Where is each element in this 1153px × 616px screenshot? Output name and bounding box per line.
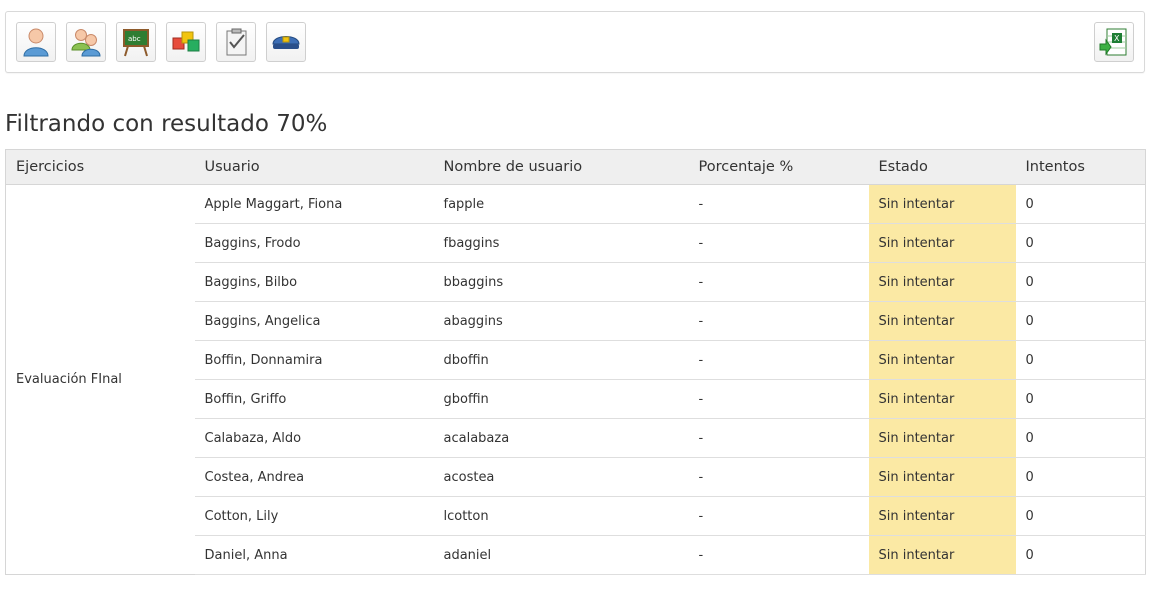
column-header-ejercicios: Ejercicios (5, 149, 195, 185)
porcentaje-cell: - (688, 340, 869, 380)
intentos-cell: 0 (1015, 184, 1146, 224)
porcentaje-cell: - (688, 262, 869, 302)
column-header-usuario: Usuario (194, 149, 434, 185)
intentos-cell: 0 (1015, 457, 1146, 497)
usuario-cell: Baggins, Angelica (194, 301, 434, 341)
column-header-porcentaje: Porcentaje % (688, 149, 869, 185)
excel-export-icon: X (1099, 28, 1127, 56)
username-cell: gboffin (433, 379, 689, 419)
usuario-cell: Costea, Andrea (194, 457, 434, 497)
exercise-cell: Evaluación FInal (5, 184, 195, 575)
username-cell: acostea (433, 457, 689, 497)
username-cell: dboffin (433, 340, 689, 380)
porcentaje-cell: - (688, 535, 869, 575)
estado-cell: Sin intentar (868, 379, 1016, 419)
estado-cell: Sin intentar (868, 301, 1016, 341)
blackboard-icon: abc (123, 29, 149, 57)
usuario-cell: Baggins, Bilbo (194, 262, 434, 302)
results-table: Ejercicios Usuario Nombre de usuario Por… (5, 149, 1146, 575)
export-excel-button[interactable]: X (1094, 22, 1134, 62)
security-badge-icon (272, 36, 300, 49)
security-button[interactable] (266, 22, 306, 62)
table-header-row: Ejercicios Usuario Nombre de usuario Por… (5, 149, 1146, 185)
estado-cell: Sin intentar (868, 262, 1016, 302)
porcentaje-cell: - (688, 223, 869, 263)
porcentaje-cell: - (688, 496, 869, 536)
intentos-cell: 0 (1015, 496, 1146, 536)
intentos-cell: 0 (1015, 418, 1146, 458)
username-cell: adaniel (433, 535, 689, 575)
table-row: Evaluación FInal Apple Maggart, Fiona fa… (5, 184, 1146, 575)
porcentaje-cell: - (688, 301, 869, 341)
intentos-cell: 0 (1015, 340, 1146, 380)
courses-button[interactable]: abc (116, 22, 156, 62)
estado-cell: Sin intentar (868, 184, 1016, 224)
resources-button[interactable] (166, 22, 206, 62)
estado-cell: Sin intentar (868, 418, 1016, 458)
user-profile-button[interactable] (16, 22, 56, 62)
username-cell: fapple (433, 184, 689, 224)
porcentaje-cell: - (688, 418, 869, 458)
column-header-nombre-usuario: Nombre de usuario (433, 149, 689, 185)
column-header-estado: Estado (868, 149, 1016, 185)
intentos-cell: 0 (1015, 223, 1146, 263)
usuario-cell: Boffin, Griffo (194, 379, 434, 419)
username-cell: bbaggins (433, 262, 689, 302)
estado-cell: Sin intentar (868, 496, 1016, 536)
column-header-intentos: Intentos (1015, 149, 1146, 185)
page-title: Filtrando con resultado 70% (5, 111, 328, 137)
username-cell: fbaggins (433, 223, 689, 263)
porcentaje-cell: - (688, 379, 869, 419)
svg-text:X: X (1114, 34, 1120, 43)
usuario-cell: Daniel, Anna (194, 535, 434, 575)
usuario-cell: Baggins, Frodo (194, 223, 434, 263)
usuario-cell: Boffin, Donnamira (194, 340, 434, 380)
estado-cell: Sin intentar (868, 535, 1016, 575)
toolbar: abc X (5, 11, 1145, 73)
username-cell: acalabaza (433, 418, 689, 458)
porcentaje-cell: - (688, 457, 869, 497)
usuario-cell: Calabaza, Aldo (194, 418, 434, 458)
estado-cell: Sin intentar (868, 340, 1016, 380)
estado-cell: Sin intentar (868, 223, 1016, 263)
groups-button[interactable] (66, 22, 106, 62)
intentos-cell: 0 (1015, 535, 1146, 575)
intentos-cell: 0 (1015, 262, 1146, 302)
estado-cell: Sin intentar (868, 457, 1016, 497)
users-icon (71, 29, 101, 57)
cubes-icon (172, 31, 200, 52)
intentos-cell: 0 (1015, 379, 1146, 419)
svg-text:abc: abc (128, 35, 141, 43)
username-cell: lcotton (433, 496, 689, 536)
exams-button[interactable] (216, 22, 256, 62)
porcentaje-cell: - (688, 184, 869, 224)
user-icon (23, 28, 49, 57)
intentos-cell: 0 (1015, 301, 1146, 341)
username-cell: abaggins (433, 301, 689, 341)
usuario-cell: Cotton, Lily (194, 496, 434, 536)
clipboard-check-icon (226, 28, 247, 56)
usuario-cell: Apple Maggart, Fiona (194, 184, 434, 224)
